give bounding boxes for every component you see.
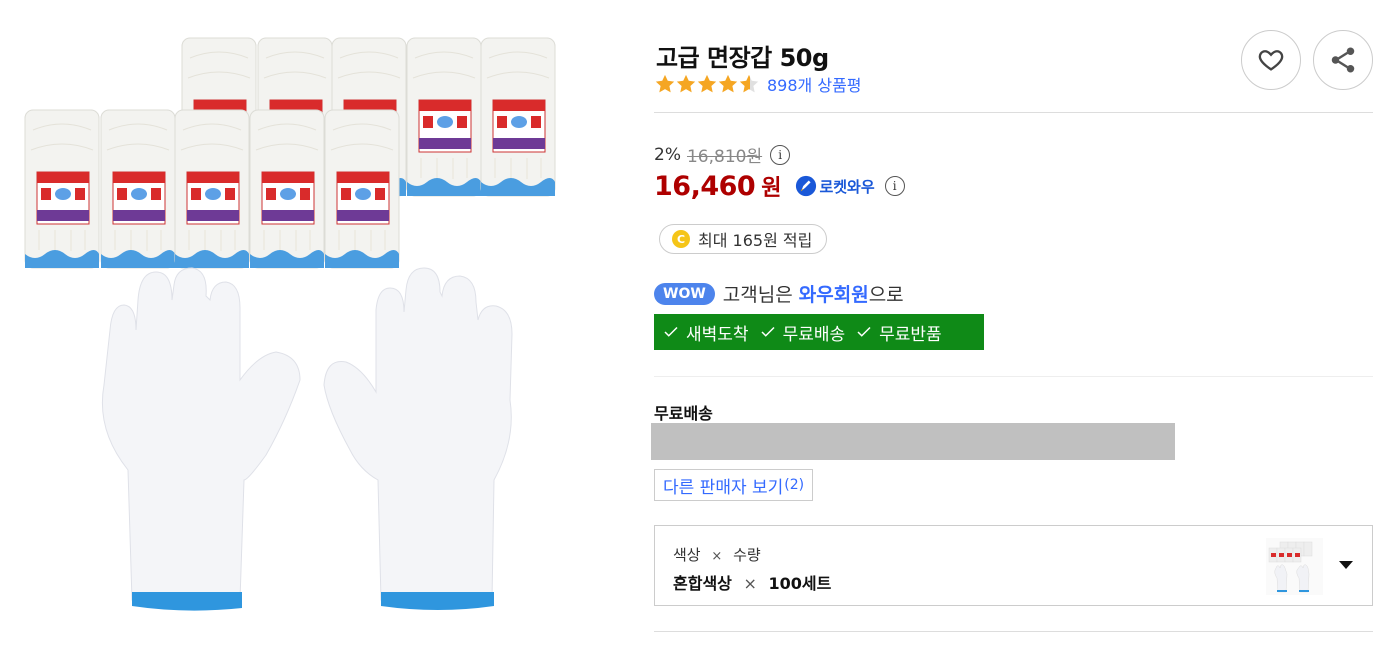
product-info-panel: 고급 면장갑 50g 898개 상품평 2% 16,810원 i 16,460 … [651, 0, 1373, 649]
benefit-label: 무료배송 [782, 324, 846, 345]
product-title: 고급 면장갑 50g [656, 44, 829, 72]
benefit-item: 새벽도착 [662, 320, 749, 345]
redacted-delivery-info [651, 423, 1175, 460]
sale-price: 16,460 [654, 170, 756, 202]
original-price-row: 2% 16,810원 i [654, 142, 791, 167]
check-icon [761, 326, 775, 337]
cashback-pill[interactable]: C 최대 165원 적립 [659, 224, 828, 254]
wow-member-highlight: 와우회원 [798, 284, 869, 306]
benefit-label: 새벽도착 [686, 324, 749, 345]
shipping-label: 무료배송 [654, 404, 713, 423]
price-unit: 원 [761, 176, 782, 201]
star-icon [655, 74, 675, 93]
share-icon [1331, 47, 1355, 73]
rocket-wow-label: 로켓와우 [819, 177, 875, 196]
benefit-item: 무료배송 [759, 320, 846, 345]
other-sellers-count: (2) [784, 477, 805, 493]
star-rating [654, 73, 759, 95]
option-value-color: 혼합색상 [673, 574, 732, 593]
option-label: 색상 × 수량 [673, 544, 761, 565]
product-image [24, 37, 556, 611]
check-icon [857, 326, 871, 337]
wow-badge: WOW [654, 282, 715, 305]
wow-member-row: WOW 고객님은 와우회원 으로 [654, 280, 904, 307]
wow-suffix: 으로 [868, 284, 904, 306]
check-icon [664, 326, 678, 337]
divider [654, 631, 1373, 632]
divider [654, 112, 1373, 113]
divider [654, 376, 1373, 377]
info-icon[interactable]: i [884, 176, 905, 196]
share-button[interactable] [1313, 30, 1373, 90]
rocket-icon [796, 175, 817, 197]
star-icon [718, 74, 738, 93]
option-value-separator: × [743, 574, 757, 593]
discount-rate: 2% [654, 144, 681, 165]
option-select-dropdown[interactable]: 색상 × 수량 혼합색상 × 100세트 [654, 525, 1373, 606]
review-count-link[interactable]: 898개 상품평 [767, 72, 862, 96]
other-sellers-button[interactable]: 다른 판매자 보기 (2) [654, 469, 814, 501]
heart-icon [1258, 50, 1284, 71]
option-label-color: 색상 [673, 546, 701, 564]
coin-icon: C [672, 230, 690, 248]
benefit-item: 무료반품 [855, 320, 942, 345]
option-value-qty: 100세트 [768, 574, 832, 593]
star-icon [697, 74, 717, 93]
rocket-wow-badge: 로켓와우 [795, 175, 875, 197]
half-star-icon [739, 74, 759, 93]
option-label-separator: × [711, 549, 723, 564]
option-thumbnail [1266, 538, 1323, 595]
original-price: 16,810원 [686, 147, 763, 167]
other-sellers-label: 다른 판매자 보기 [663, 477, 784, 498]
option-selected-value: 혼합색상 × 100세트 [673, 570, 831, 594]
benefit-label: 무료반품 [879, 324, 942, 345]
option-label-qty: 수량 [733, 546, 761, 564]
sale-price-row: 16,460 원 로켓와우 i [654, 170, 905, 202]
wow-prefix: 고객님은 [722, 284, 799, 306]
favorite-button[interactable] [1241, 30, 1301, 90]
cashback-text: 최대 165원 적립 [698, 231, 813, 250]
rating-row: 898개 상품평 [654, 72, 862, 96]
info-icon[interactable]: i [770, 144, 791, 165]
star-icon [676, 74, 696, 93]
wow-benefits-box: 새벽도착 무료배송 무료반품 [654, 314, 984, 350]
chevron-down-icon [1339, 561, 1353, 569]
